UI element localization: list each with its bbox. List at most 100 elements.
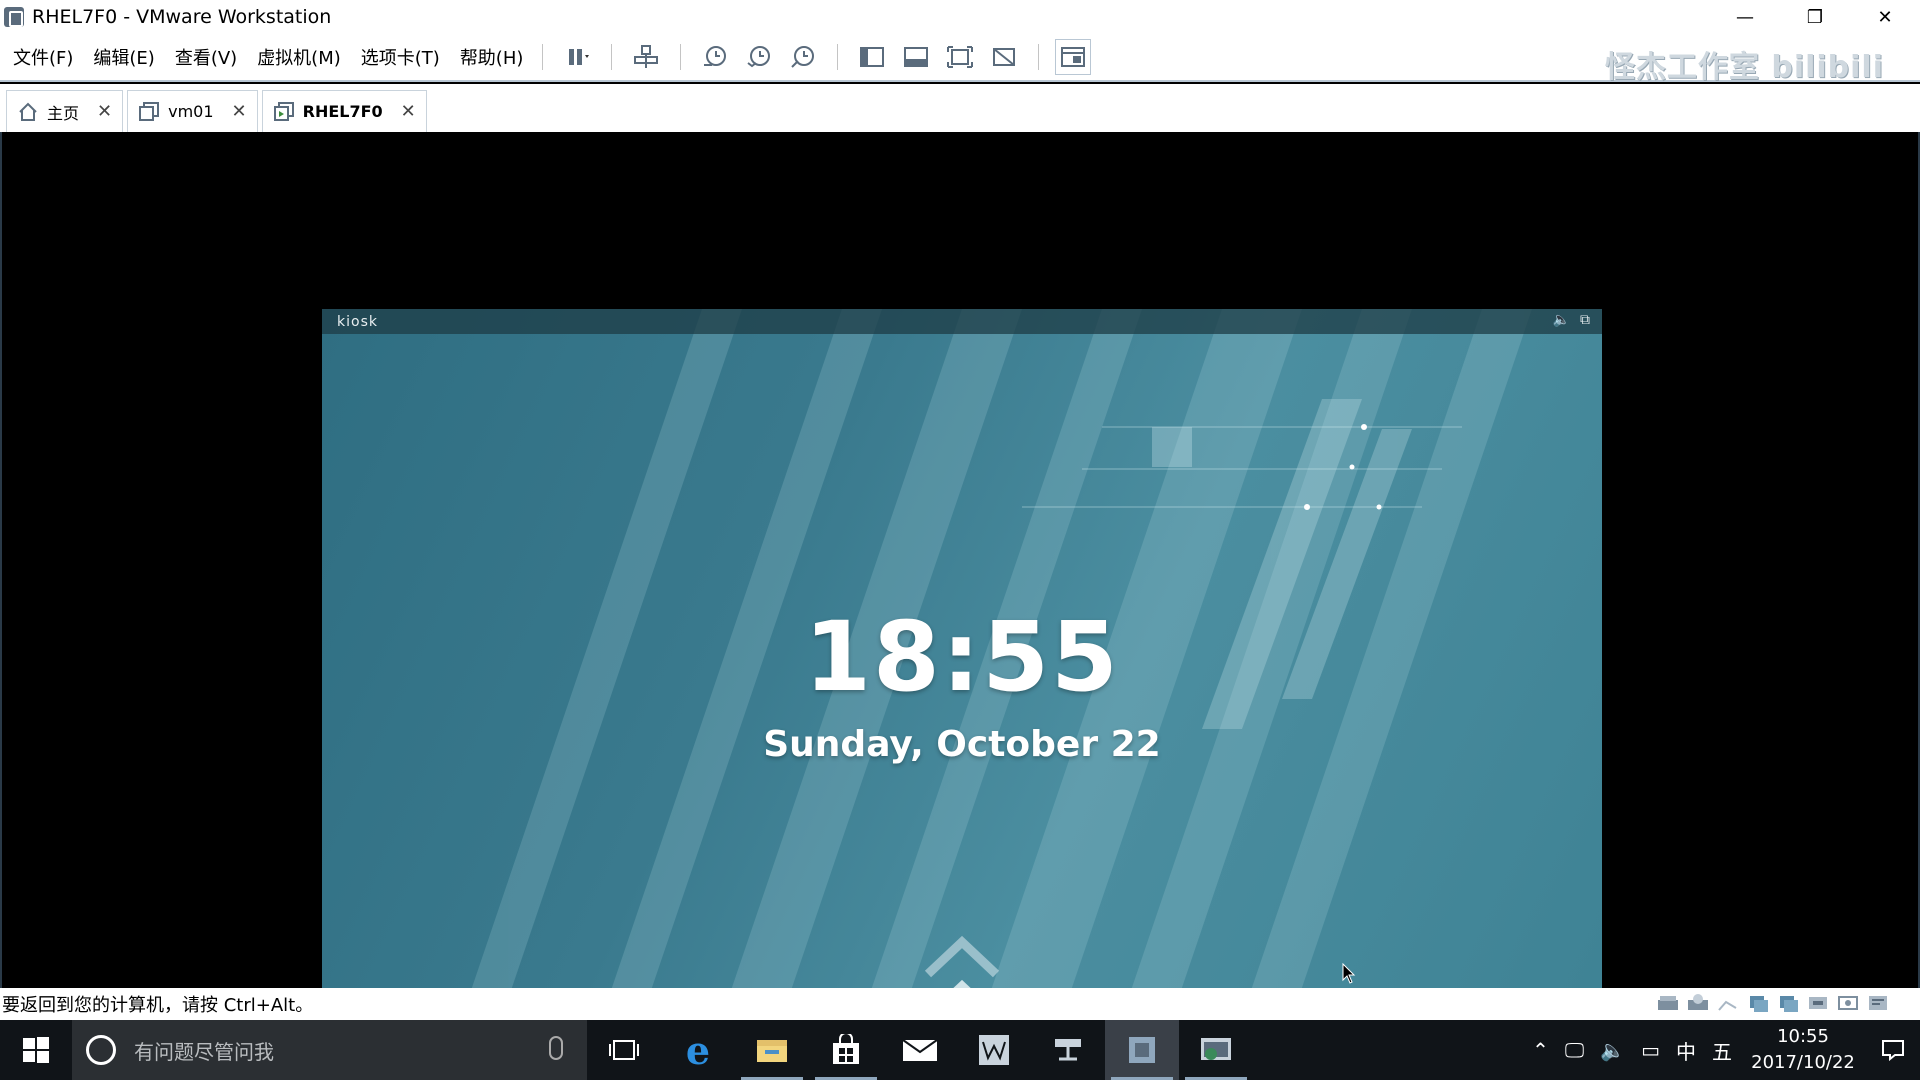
taskbar-file-explorer[interactable] (735, 1020, 809, 1080)
fullscreen-button[interactable] (942, 39, 978, 75)
tab-label: vm01 (168, 102, 214, 121)
menu-vm[interactable]: 虚拟机(M) (250, 44, 348, 70)
network-status-icon[interactable]: 🖵 (1565, 1038, 1584, 1062)
cortana-search-box[interactable]: 有问题尽管问我 (72, 1020, 587, 1080)
vmware-app-icon (4, 7, 24, 27)
taskbar-edge[interactable]: e (661, 1020, 735, 1080)
search-placeholder: 有问题尽管问我 (134, 1039, 274, 1064)
tab-close-icon[interactable]: ✕ (401, 101, 416, 122)
vmware-icon (1129, 1037, 1155, 1063)
volume-icon[interactable]: 🔈 (1553, 312, 1570, 328)
guest-username: kiosk (337, 313, 378, 330)
vm-console-area[interactable]: kiosk 🔈 ⧉ 18:55 Sunday, October 22 (0, 132, 1920, 1076)
network-tool-icon (1055, 1039, 1081, 1061)
hard-disk-icon[interactable] (1656, 992, 1680, 1014)
chevron-up-icon[interactable]: ⌃ (1532, 1038, 1549, 1062)
home-icon (19, 102, 37, 121)
tab-label: 主页 (47, 103, 80, 123)
taskbar-vmware[interactable] (1105, 1020, 1179, 1080)
guest-system-status: 🔈 ⧉ (1553, 312, 1590, 328)
revert-snapshot-button[interactable] (741, 39, 777, 75)
mail-icon (902, 1039, 938, 1061)
tab-close-icon[interactable]: ✕ (232, 101, 247, 122)
menu-help[interactable]: 帮助(H) (453, 44, 531, 70)
store-bag-icon (833, 1034, 859, 1064)
snapshot-button[interactable] (697, 39, 733, 75)
battery-icon[interactable]: ▭ (1641, 1038, 1660, 1062)
clock-revert-icon (747, 46, 771, 68)
windows-logo-icon (23, 1037, 49, 1063)
app-w-icon (979, 1035, 1009, 1065)
minimize-button[interactable]: — (1710, 0, 1780, 34)
taskbar-remote-app[interactable] (1179, 1020, 1253, 1080)
vm-running-icon (273, 101, 294, 121)
microphone-icon[interactable] (549, 1036, 563, 1060)
status-message: 要返回到您的计算机，请按 Ctrl+Alt。 (2, 995, 314, 1016)
tab-rhel7f0[interactable]: RHEL7F0 ✕ (261, 90, 427, 132)
menu-file[interactable]: 文件(F) (6, 44, 80, 70)
tab-vm01[interactable]: vm01 ✕ (127, 90, 258, 132)
network-adapter-2-icon[interactable] (1776, 992, 1800, 1014)
task-view-button[interactable] (587, 1020, 661, 1080)
status-bar: 要返回到您的计算机，请按 Ctrl+Alt。 (0, 988, 1920, 1020)
notification-icon (1882, 1040, 1904, 1061)
tab-home[interactable]: 主页 ✕ (6, 90, 124, 132)
watermark-logo: 怪杰工作室 bilibili (1604, 50, 1884, 85)
window-titlebar: RHEL7F0 - VMware Workstation — ❐ ✕ (0, 0, 1920, 34)
taskbar-clock[interactable]: 10:55 2017/10/22 (1748, 1024, 1858, 1076)
cdrom-icon[interactable] (1686, 992, 1710, 1014)
toolbar-separator (1038, 44, 1040, 70)
tab-bar: 主页 ✕ vm01 ✕ RHEL7F0 ✕ (0, 84, 1920, 132)
taskbar-network-app[interactable] (1031, 1020, 1105, 1080)
network-adapter-icon[interactable] (1746, 992, 1770, 1014)
message-log-icon[interactable] (1866, 992, 1890, 1014)
console-view-button[interactable] (1055, 39, 1092, 75)
clock-manager-icon (791, 46, 815, 68)
taskbar-app-w[interactable] (957, 1020, 1031, 1080)
network-send-icon (634, 45, 659, 68)
taskbar-mail[interactable] (883, 1020, 957, 1080)
window-title: RHEL7F0 - VMware Workstation (32, 6, 332, 28)
menu-tabs[interactable]: 选项卡(T) (354, 44, 447, 70)
menu-view[interactable]: 查看(V) (168, 44, 244, 70)
show-library-button[interactable] (854, 39, 890, 75)
speaker-icon[interactable]: 🔈 (1600, 1038, 1625, 1062)
lock-date: Sunday, October 22 (763, 724, 1161, 765)
restore-button[interactable]: ❐ (1780, 0, 1850, 34)
pause-button[interactable] (559, 39, 595, 75)
taskbar-store[interactable] (809, 1020, 883, 1080)
tab-close-icon[interactable]: ✕ (97, 101, 112, 122)
menu-edit[interactable]: 编辑(E) (86, 44, 161, 70)
snapshot-manager-button[interactable] (785, 39, 821, 75)
window-controls: — ❐ ✕ (1710, 0, 1920, 34)
task-view-icon (609, 1040, 639, 1060)
thumbnail-bar-icon (904, 47, 929, 67)
tab-label: RHEL7F0 (302, 102, 383, 121)
guest-lock-screen[interactable]: kiosk 🔈 ⧉ 18:55 Sunday, October 22 (322, 309, 1602, 1076)
library-panel-icon (860, 47, 885, 67)
network-icon[interactable]: ⧉ (1580, 312, 1590, 328)
usb-device-icon[interactable] (1806, 992, 1830, 1014)
sound-card-icon[interactable] (1836, 992, 1860, 1014)
remote-desktop-icon (1201, 1038, 1231, 1060)
action-center-button[interactable] (1866, 1039, 1920, 1061)
console-view-icon (1061, 47, 1086, 67)
unity-icon (993, 48, 1016, 66)
show-thumbnail-button[interactable] (898, 39, 934, 75)
send-ctrl-alt-del-button[interactable] (628, 39, 664, 75)
ime-language[interactable]: 中 (1676, 1036, 1696, 1065)
windows-taskbar: 有问题尽管问我 e ⌃ 🖵 🔈 ▭ 中 五 10:55 2017/10/22 (0, 1020, 1920, 1080)
floppy-icon[interactable] (1716, 992, 1740, 1014)
close-button[interactable]: ✕ (1850, 0, 1920, 34)
device-status-icons (1656, 992, 1890, 1014)
pause-icon (569, 49, 590, 65)
toolbar-separator (542, 44, 544, 70)
toolbar-separator (837, 44, 839, 70)
vm-icon (139, 101, 160, 121)
ime-mode[interactable]: 五 (1712, 1036, 1732, 1065)
cortana-icon (86, 1035, 116, 1065)
toolbar-separator (680, 44, 682, 70)
unity-mode-button[interactable] (986, 39, 1022, 75)
clock-time: 10:55 (1777, 1026, 1829, 1047)
start-button[interactable] (0, 1020, 72, 1080)
